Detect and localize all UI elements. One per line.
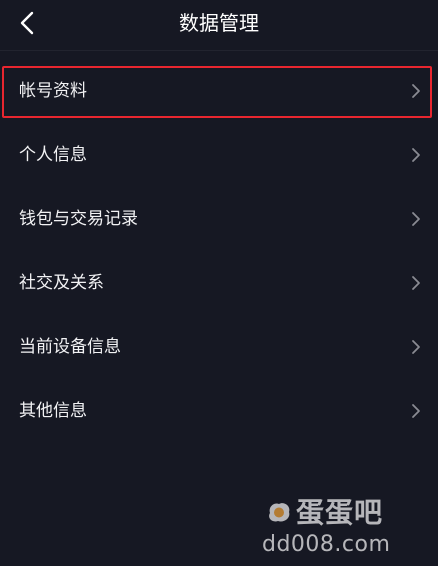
menu-item-other-info[interactable]: 其他信息 (0, 379, 438, 443)
menu-item-label: 社交及关系 (19, 273, 104, 293)
menu-item-label: 帐号资料 (19, 81, 87, 101)
menu-item-account-info[interactable]: 帐号资料 (0, 59, 438, 123)
menu-item-wallet-transactions[interactable]: 钱包与交易记录 (0, 187, 438, 251)
menu-item-social-relations[interactable]: 社交及关系 (0, 251, 438, 315)
chevron-right-icon (411, 210, 421, 228)
menu-item-personal-info[interactable]: 个人信息 (0, 123, 438, 187)
chevron-right-icon (411, 146, 421, 164)
watermark-brand: 蛋蛋吧 (296, 496, 384, 529)
menu-item-label: 钱包与交易记录 (19, 209, 138, 229)
watermark-url: dd008.com (262, 532, 391, 557)
chevron-right-icon (411, 338, 421, 356)
settings-menu-list: 帐号资料 个人信息 钱包与交易记录 社交及关系 当前设备信息 其他信息 (0, 59, 438, 443)
page-title: 数据管理 (179, 11, 259, 35)
header-bar: 数据管理 (0, 0, 438, 46)
header-divider (0, 50, 438, 51)
chevron-right-icon (411, 82, 421, 100)
chevron-right-icon (411, 274, 421, 292)
menu-item-label: 当前设备信息 (19, 337, 121, 357)
menu-item-label: 个人信息 (19, 145, 87, 165)
fried-egg-icon (269, 503, 290, 522)
menu-item-device-info[interactable]: 当前设备信息 (0, 315, 438, 379)
menu-item-label: 其他信息 (19, 401, 87, 421)
chevron-right-icon (411, 402, 421, 420)
watermark: 蛋蛋吧 dd008.com (262, 496, 428, 560)
